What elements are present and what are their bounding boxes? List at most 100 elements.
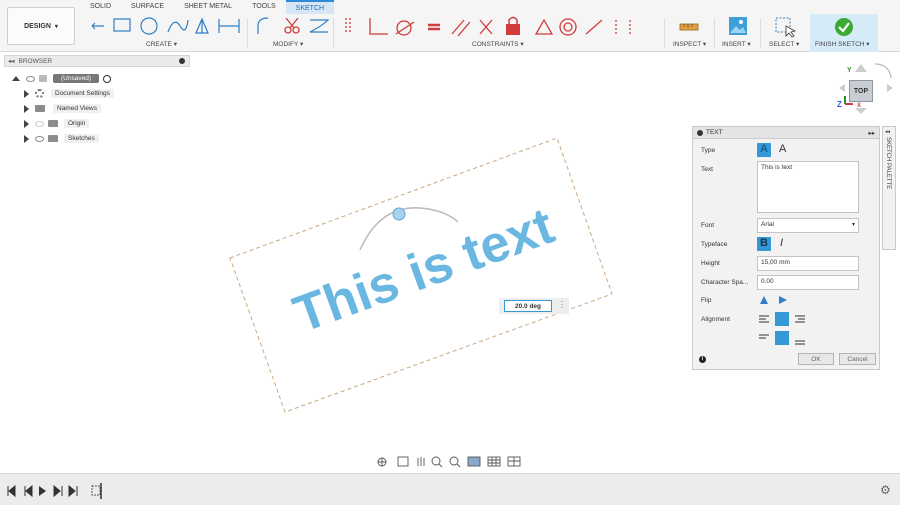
midpoint-icon	[585, 19, 603, 35]
sketch-feature-icon[interactable]	[91, 485, 101, 496]
go-to-end-icon[interactable]	[68, 484, 78, 498]
collapse-icon[interactable]: ◂◂	[885, 129, 890, 135]
dimension-tool-icon	[218, 19, 240, 33]
select-menu[interactable]: SELECT ▾	[769, 40, 799, 49]
play-icon[interactable]	[39, 486, 46, 496]
type-text-button[interactable]: A	[757, 143, 771, 157]
step-forward-icon[interactable]	[53, 484, 63, 498]
separator	[714, 18, 715, 48]
grid-settings-icon[interactable]	[487, 456, 501, 467]
text-input[interactable]: This is text	[757, 161, 859, 213]
browser-item-document-settings[interactable]: Document Settings	[4, 86, 190, 101]
browser-item-named-views[interactable]: Named Views	[4, 101, 190, 116]
browser-panel: ◂◂ BROWSER (Unsaved) Document Settings N…	[4, 55, 190, 145]
measure-icon[interactable]	[678, 17, 702, 35]
go-to-start-icon[interactable]	[7, 484, 16, 498]
select-icon[interactable]	[774, 16, 796, 38]
tree-item-label: Document Settings	[51, 89, 114, 98]
height-label: Height	[701, 260, 720, 267]
tab-surface[interactable]: SURFACE	[121, 0, 174, 14]
expand-icon[interactable]	[24, 134, 29, 143]
workspace-button[interactable]: DESIGN ▾	[7, 7, 75, 45]
cancel-button[interactable]: Cancel	[839, 353, 876, 365]
visibility-icon[interactable]	[26, 75, 35, 82]
align-left-middle-icon[interactable]	[759, 334, 769, 339]
tab-tools[interactable]: TOOLS	[242, 0, 286, 14]
angle-more-icon[interactable]: ⋮	[558, 300, 566, 309]
tab-solid[interactable]: SOLID	[80, 0, 121, 14]
browser-options-icon[interactable]	[179, 58, 185, 64]
display-settings-icon[interactable]	[467, 456, 481, 467]
flip-vertical-icon[interactable]	[760, 296, 768, 304]
zoom-icon[interactable]	[431, 456, 441, 466]
browser-root[interactable]: (Unsaved)	[4, 71, 190, 86]
browser-item-origin[interactable]: Origin	[4, 116, 190, 131]
flip-horizontal-icon[interactable]	[779, 296, 787, 304]
tree-item-label: Origin	[64, 119, 90, 128]
bold-button[interactable]: B	[757, 237, 771, 251]
collapse-icon[interactable]: ◂◂	[8, 57, 15, 65]
expand-icon[interactable]	[24, 89, 29, 98]
expand-dialog-icon[interactable]: ▸▸	[868, 129, 875, 137]
align-right-icon[interactable]	[795, 315, 805, 323]
create-tools[interactable]	[84, 14, 244, 38]
dialog-options-icon[interactable]	[697, 129, 703, 136]
char-spacing-label: Character Spa...	[701, 279, 749, 286]
equal-icon	[428, 23, 440, 31]
perpendicular-icon	[369, 18, 388, 35]
separator	[247, 18, 248, 48]
char-spacing-input[interactable]: 0.00	[757, 275, 859, 290]
info-icon[interactable]: i	[699, 356, 706, 363]
type-label: Type	[701, 147, 716, 154]
height-input[interactable]: 15,00 mm	[757, 256, 859, 271]
checkmark-icon	[835, 18, 853, 36]
browser-item-sketches[interactable]: Sketches	[4, 131, 190, 146]
expand-icon[interactable]	[24, 104, 29, 113]
sketch-palette-tab[interactable]: ◂◂ SKETCH PALETTE	[882, 126, 896, 250]
font-select[interactable]: Arial ▾	[757, 218, 859, 233]
type-path-text-button[interactable]: A	[776, 143, 790, 157]
tree-item-label: Named Views	[53, 104, 101, 113]
insert-image-icon[interactable]	[728, 16, 748, 36]
rectangle-tool-icon	[113, 18, 131, 32]
sketch-text[interactable]: This is text	[286, 197, 561, 344]
align-center-top-button[interactable]	[775, 312, 789, 326]
expand-icon[interactable]	[24, 119, 29, 128]
look-at-icon[interactable]	[397, 456, 409, 467]
tab-sketch[interactable]: SKETCH	[285, 0, 335, 14]
constraints-menu[interactable]: CONSTRAINTS ▾	[472, 40, 524, 49]
italic-button[interactable]: I	[776, 237, 790, 251]
concentric-icon	[559, 18, 577, 36]
inspect-menu[interactable]: INSPECT ▾	[673, 40, 706, 49]
finish-sketch-button[interactable]: FINISH SKETCH ▾	[810, 14, 878, 52]
align-bottom-icon[interactable]	[795, 340, 805, 345]
modify-tools[interactable]	[252, 14, 332, 38]
viewcube-face-top[interactable]: TOP	[849, 80, 873, 102]
ok-button[interactable]: OK	[798, 353, 834, 365]
rotation-handle[interactable]	[392, 207, 406, 221]
align-left-icon[interactable]	[759, 315, 769, 323]
viewcube[interactable]: TOP Y Z X	[835, 60, 895, 120]
visibility-icon[interactable]	[35, 120, 44, 127]
tab-sheet-metal[interactable]: SHEET METAL	[174, 0, 242, 14]
flip-buttons	[760, 296, 787, 304]
spline-tool-icon	[167, 19, 189, 33]
constraints-tools[interactable]	[340, 14, 640, 38]
pan-icon[interactable]	[417, 457, 425, 466]
expand-icon[interactable]	[12, 76, 20, 81]
inspect-label: INSPECT	[673, 41, 702, 48]
timeline-settings-gear-icon[interactable]: ⚙	[880, 483, 891, 497]
insert-menu[interactable]: INSERT ▾	[722, 40, 751, 49]
trim-tool-icon	[284, 17, 300, 34]
modify-menu[interactable]: MODIFY ▾	[273, 40, 303, 49]
horizontal-vertical-icon	[479, 19, 493, 35]
browser-header[interactable]: ◂◂ BROWSER	[4, 55, 190, 67]
dialog-header[interactable]: TEXT ▸▸	[693, 127, 879, 139]
create-menu[interactable]: CREATE ▾	[146, 40, 177, 49]
align-center-middle-button[interactable]	[775, 331, 789, 345]
step-back-icon[interactable]	[24, 484, 33, 498]
angle-input[interactable]: 20.0 deg	[504, 300, 552, 312]
visibility-icon[interactable]	[35, 135, 44, 142]
activate-radio-icon[interactable]	[102, 74, 111, 83]
fit-icon[interactable]	[449, 456, 459, 466]
